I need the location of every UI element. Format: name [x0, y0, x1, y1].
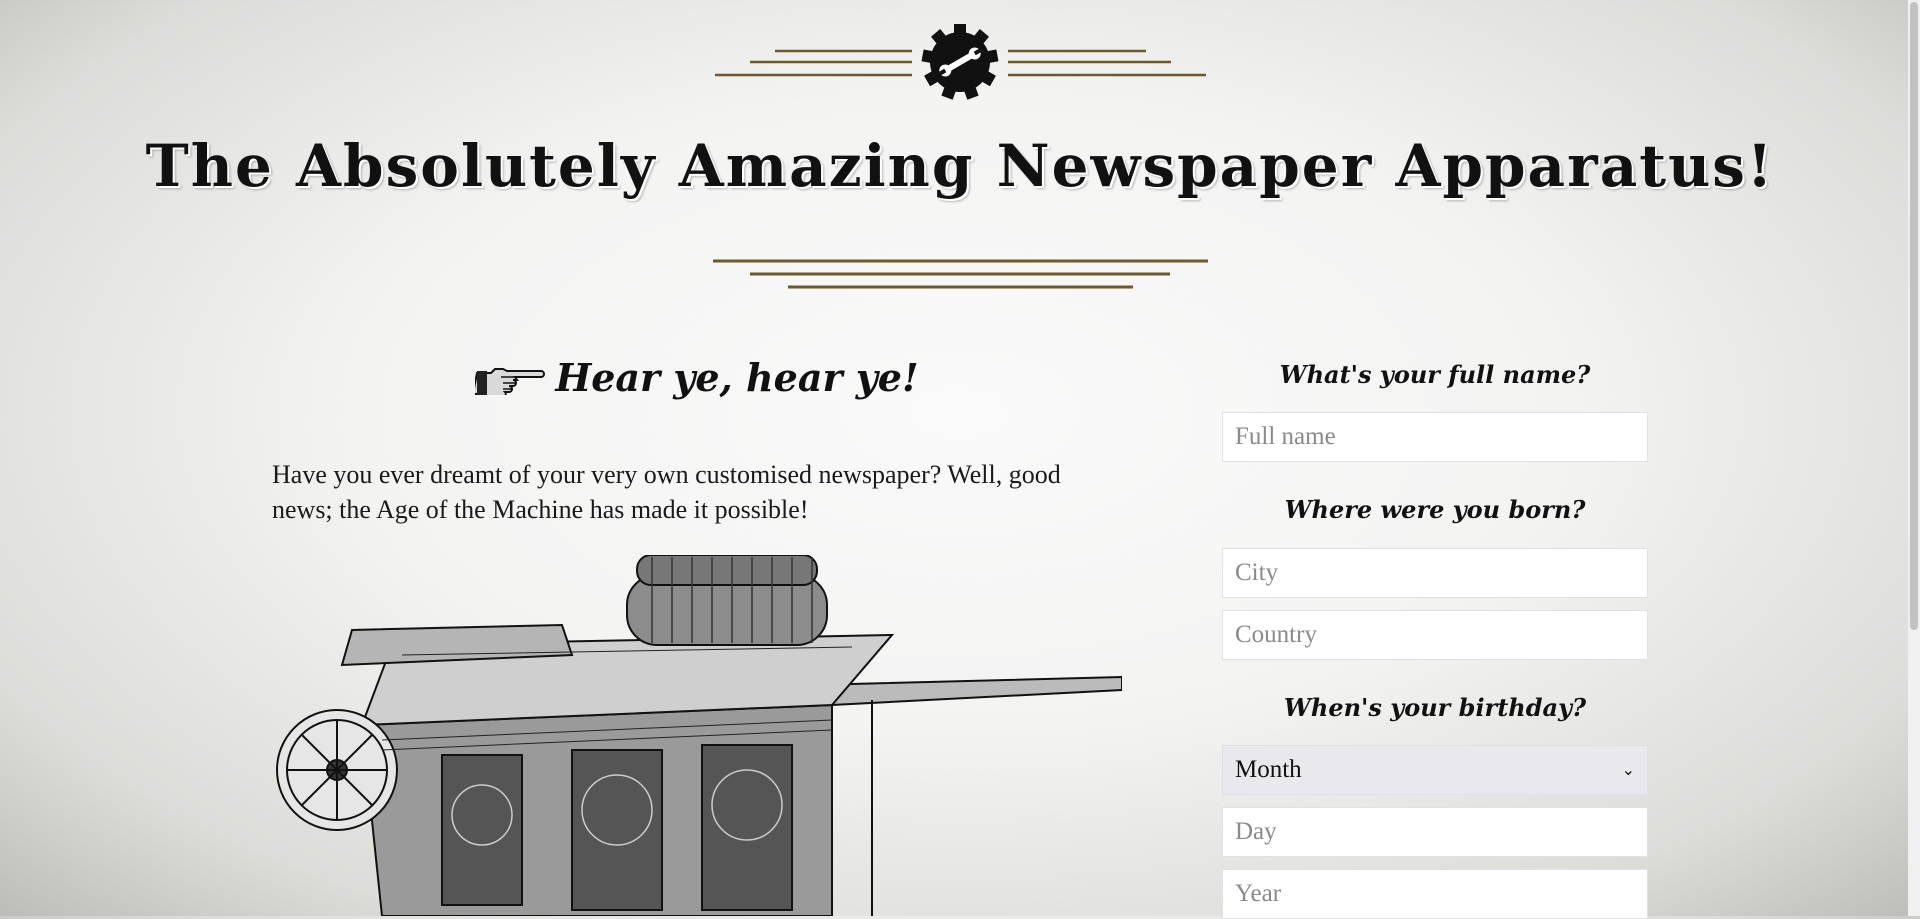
full-name-input[interactable] — [1222, 412, 1648, 462]
gear-wrench-icon — [921, 24, 999, 100]
header-ornament — [715, 24, 1206, 100]
chevron-down-icon: ⌄ — [1621, 762, 1635, 779]
day-input[interactable] — [1222, 807, 1648, 857]
title-rules — [713, 259, 1208, 289]
page-scrollbar[interactable] — [1908, 0, 1920, 916]
month-select[interactable]: Month ⌄ — [1222, 745, 1648, 795]
birthday-question: When's your birthday? — [1283, 693, 1587, 722]
intro-heading: Hear ye, hear ye! — [272, 355, 1122, 404]
born-question: Where were you born? — [1284, 495, 1586, 524]
printing-press-illustration — [276, 555, 1122, 916]
intro-text: Have you ever dreamt of your very own cu… — [272, 460, 1061, 524]
city-input[interactable] — [1222, 548, 1648, 598]
country-input[interactable] — [1222, 610, 1648, 660]
name-question: What's your full name? — [1279, 360, 1591, 389]
month-select-value: Month — [1235, 756, 1302, 783]
page-title: The Absolutely Amazing Newspaper Apparat… — [145, 132, 1775, 200]
intro-heading-text: Hear ye, hear ye! — [555, 355, 919, 400]
pointing-hand-icon — [472, 359, 547, 404]
scrollbar-thumb[interactable] — [1910, 2, 1918, 630]
year-input[interactable] — [1222, 869, 1648, 919]
